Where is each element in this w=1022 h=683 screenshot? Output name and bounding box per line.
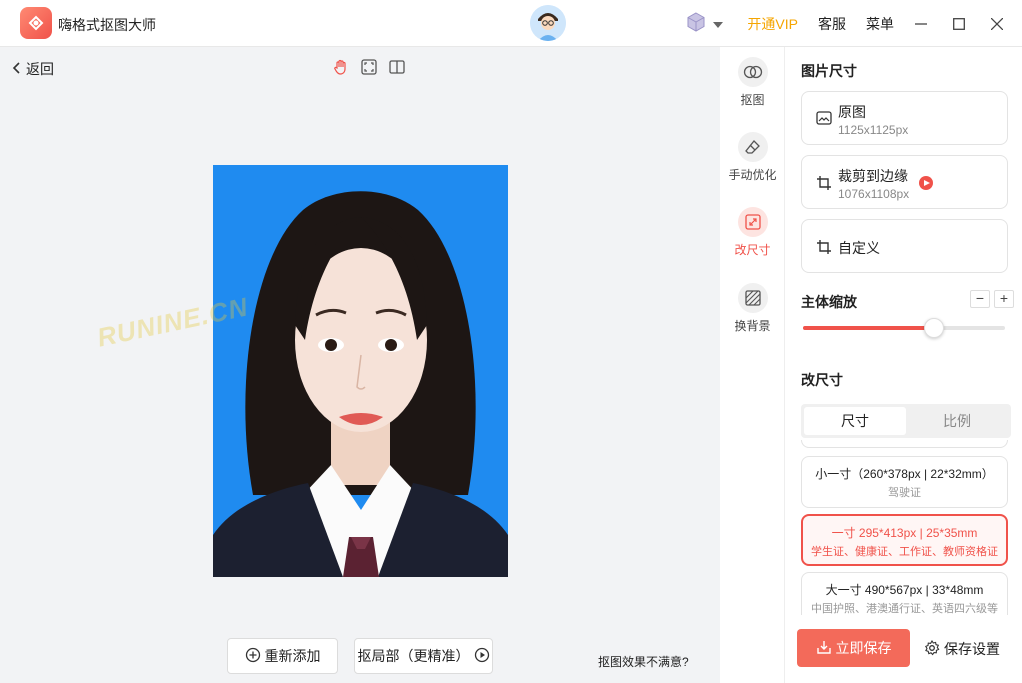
spec-item-one-inch[interactable]: 一寸 295*413px | 25*35mm 学生证、健康证、工作证、教师资格证 (801, 514, 1008, 566)
view-toolbar (332, 58, 406, 76)
title-bar: 嗨格式抠图大师 开通VIP 客服 菜单 (0, 0, 1022, 47)
tool-resize[interactable]: 改尺寸 (720, 207, 785, 258)
scale-slider-knob[interactable] (924, 318, 945, 338)
spec-sub: 驾驶证 (888, 487, 921, 499)
canvas-area: 返回 RUNINE.CN 重新添加 抠局部（更精准） 抠图效果不满意? (0, 47, 720, 683)
local-matting-label: 抠局部（更精准） (357, 648, 470, 664)
size-custom-name: 自定义 (838, 240, 880, 256)
spec-title: 一寸 295*413px | 25*35mm (831, 526, 978, 540)
size-crop-edge-dim: 1076x1108px (838, 187, 910, 201)
tab-ratio[interactable]: 比例 (906, 407, 1008, 435)
unsatisfied-link[interactable]: 抠图效果不满意? (598, 653, 689, 670)
compare-icon[interactable] (388, 58, 406, 76)
spec-sub: 中国护照、港澳通行证、英语四六级等 (811, 603, 998, 615)
service-button[interactable]: 客服 (818, 14, 846, 34)
image-icon (816, 110, 832, 129)
scale-slider-fill (803, 326, 935, 330)
app-logo (20, 7, 52, 39)
tool-rail: 抠图 手动优化 改尺寸 换背景 (720, 47, 785, 683)
user-avatar[interactable] (530, 5, 566, 41)
cube-icon (685, 11, 707, 36)
scale-minus-button[interactable]: − (970, 290, 990, 308)
size-crop-edge-card[interactable]: 裁剪到边缘 1076x1108px (801, 155, 1008, 209)
plus-circle-icon (245, 647, 261, 666)
download-icon (816, 639, 832, 658)
portrait-photo (213, 165, 508, 577)
spec-item-prev[interactable] (801, 440, 1008, 448)
spec-title: 小一寸（260*378px | 22*32mm） (815, 467, 994, 481)
size-original-name: 原图 (838, 104, 866, 120)
size-original-card[interactable]: 原图 1125x1125px (801, 91, 1008, 145)
minimize-button[interactable] (902, 0, 940, 47)
save-settings-button[interactable]: 保存设置 (924, 639, 1000, 659)
gear-icon (924, 639, 940, 659)
size-custom-card[interactable]: 自定义 (801, 219, 1008, 273)
chevron-left-icon (12, 61, 20, 77)
close-button[interactable] (978, 0, 1016, 47)
local-matting-button[interactable]: 抠局部（更精准） (354, 638, 493, 674)
size-original-dim: 1125x1125px (838, 123, 909, 137)
subject-scale-title: 主体缩放 (801, 294, 857, 310)
tool-change-background[interactable]: 换背景 (720, 283, 785, 334)
tool-manual-optimize-label: 手动优化 (728, 168, 777, 182)
chevron-down-icon (713, 16, 724, 31)
save-now-button[interactable]: 立即保存 (797, 629, 910, 667)
save-settings-label: 保存设置 (944, 641, 1000, 657)
menu-button[interactable]: 菜单 (866, 14, 894, 34)
eraser-icon (737, 132, 768, 162)
resize-mode-tabs: 尺寸 比例 (801, 404, 1011, 438)
play-circle-icon (474, 647, 490, 666)
resize-title: 改尺寸 (801, 372, 843, 388)
save-now-label: 立即保存 (835, 640, 892, 656)
app-title: 嗨格式抠图大师 (58, 17, 156, 33)
back-button[interactable]: 返回 (12, 59, 54, 79)
back-label: 返回 (26, 61, 54, 77)
spec-title: 大一寸 490*567px | 33*48mm (825, 583, 984, 597)
account-dropdown[interactable] (685, 11, 724, 36)
readd-button[interactable]: 重新添加 (227, 638, 338, 674)
hand-icon[interactable] (332, 58, 350, 76)
crop-icon (816, 175, 832, 194)
fit-screen-icon[interactable] (360, 58, 378, 76)
tutorial-play-icon[interactable] (919, 176, 933, 190)
background-icon (737, 283, 768, 313)
spec-sub: 学生证、健康证、工作证、教师资格证 (811, 546, 998, 558)
matting-icon (737, 57, 768, 87)
tool-matting[interactable]: 抠图 (720, 57, 785, 108)
tool-resize-label: 改尺寸 (734, 243, 771, 257)
crop-icon (816, 239, 832, 258)
readd-label: 重新添加 (264, 648, 321, 664)
spec-item-large-one-inch[interactable]: 大一寸 490*567px | 33*48mm 中国护照、港澳通行证、英语四六级… (801, 572, 1008, 615)
tab-size[interactable]: 尺寸 (804, 407, 906, 435)
size-crop-edge-name: 裁剪到边缘 (838, 168, 908, 184)
image-size-title: 图片尺寸 (801, 63, 857, 79)
resize-icon (737, 207, 768, 237)
vip-button[interactable]: 开通VIP (747, 14, 798, 34)
tool-matting-label: 抠图 (740, 93, 765, 107)
settings-panel: 图片尺寸 原图 1125x1125px 裁剪到边缘 1076x1108px 自定… (785, 47, 1022, 683)
scale-controls: − + (970, 290, 1014, 308)
tool-manual-optimize[interactable]: 手动优化 (720, 132, 785, 183)
spec-item-small-one-inch[interactable]: 小一寸（260*378px | 22*32mm） 驾驶证 (801, 456, 1008, 508)
maximize-button[interactable] (940, 0, 978, 47)
tool-change-background-label: 换背景 (734, 319, 771, 333)
scale-slider[interactable] (803, 318, 1005, 338)
scale-plus-button[interactable]: + (994, 290, 1014, 308)
size-spec-list: 小一寸（260*378px | 22*32mm） 驾驶证 一寸 295*413p… (801, 440, 1011, 615)
